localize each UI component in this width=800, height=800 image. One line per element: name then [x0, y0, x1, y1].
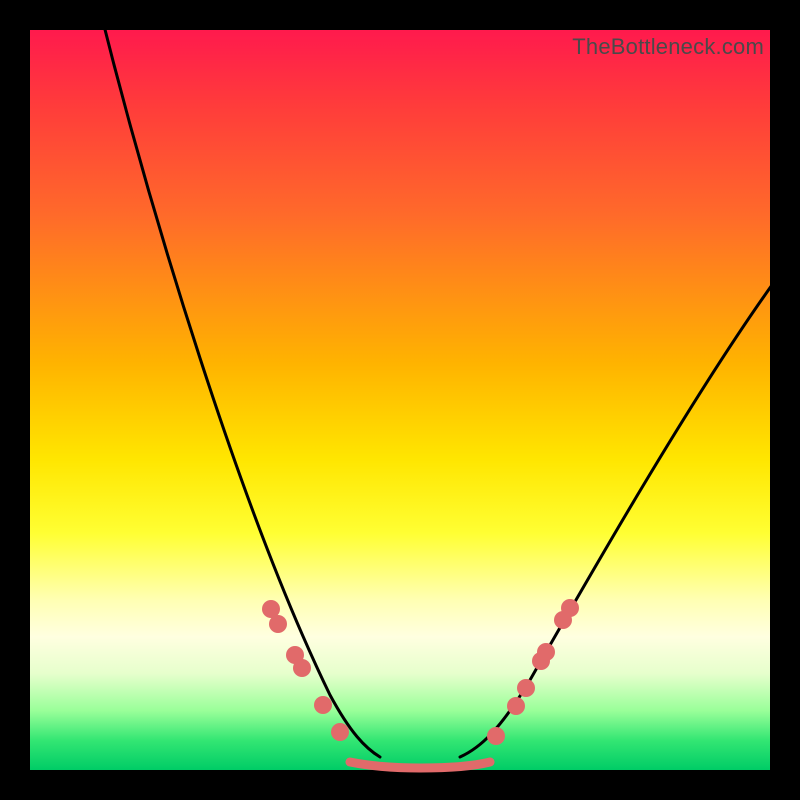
- marker-dot: [331, 723, 349, 741]
- chart-svg: [30, 30, 770, 770]
- marker-dot: [314, 696, 332, 714]
- marker-dot: [269, 615, 287, 633]
- left-curve: [100, 10, 380, 757]
- bottom-flat: [350, 762, 490, 768]
- marker-dot: [293, 659, 311, 677]
- plot-area: TheBottleneck.com: [30, 30, 770, 770]
- marker-group: [262, 599, 579, 745]
- marker-dot: [517, 679, 535, 697]
- marker-dot: [561, 599, 579, 617]
- marker-dot: [537, 643, 555, 661]
- marker-dot: [507, 697, 525, 715]
- chart-frame: TheBottleneck.com: [0, 0, 800, 800]
- marker-dot: [487, 727, 505, 745]
- right-curve: [460, 285, 772, 757]
